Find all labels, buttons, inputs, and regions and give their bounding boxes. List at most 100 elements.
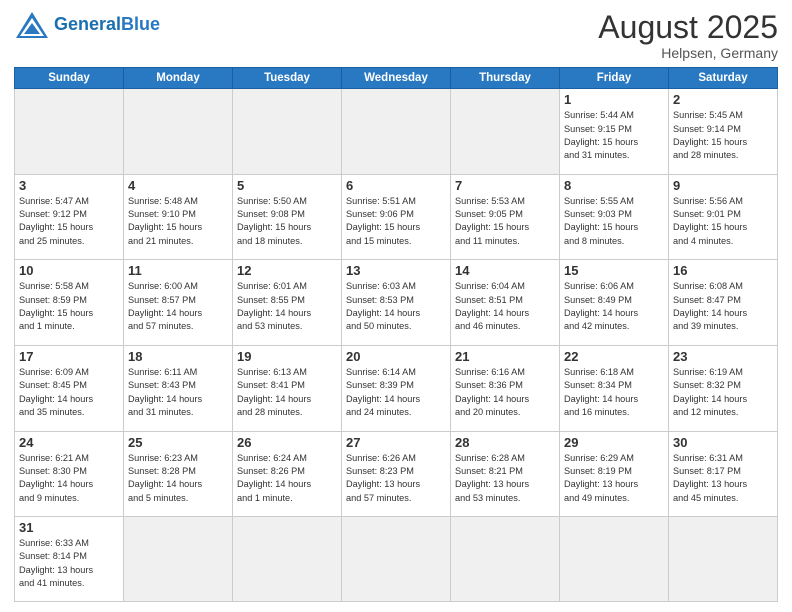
day-info: Sunrise: 6:09 AM Sunset: 8:45 PM Dayligh… xyxy=(19,366,119,419)
calendar-week-row: 17 Sunrise: 6:09 AM Sunset: 8:45 PM Dayli… xyxy=(15,345,778,431)
calendar-cell xyxy=(342,89,451,175)
calendar-cell xyxy=(233,89,342,175)
weekday-header-friday: Friday xyxy=(560,68,669,89)
calendar-cell: 25 Sunrise: 6:23 AM Sunset: 8:28 PM Dayli… xyxy=(124,431,233,517)
calendar-cell: 17 Sunrise: 6:09 AM Sunset: 8:45 PM Dayli… xyxy=(15,345,124,431)
calendar-cell xyxy=(124,89,233,175)
logo-text: GeneralBlue xyxy=(54,15,160,35)
calendar-cell: 2 Sunrise: 5:45 AM Sunset: 9:14 PM Daylig… xyxy=(669,89,778,175)
day-number: 22 xyxy=(564,349,664,364)
day-info: Sunrise: 6:00 AM Sunset: 8:57 PM Dayligh… xyxy=(128,280,228,333)
calendar-cell: 18 Sunrise: 6:11 AM Sunset: 8:43 PM Dayli… xyxy=(124,345,233,431)
day-number: 29 xyxy=(564,435,664,450)
day-number: 13 xyxy=(346,263,446,278)
day-number: 24 xyxy=(19,435,119,450)
day-number: 3 xyxy=(19,178,119,193)
weekday-header-tuesday: Tuesday xyxy=(233,68,342,89)
calendar-cell: 8 Sunrise: 5:55 AM Sunset: 9:03 PM Daylig… xyxy=(560,174,669,260)
calendar-cell: 13 Sunrise: 6:03 AM Sunset: 8:53 PM Dayli… xyxy=(342,260,451,346)
day-number: 25 xyxy=(128,435,228,450)
calendar-cell: 4 Sunrise: 5:48 AM Sunset: 9:10 PM Daylig… xyxy=(124,174,233,260)
day-number: 21 xyxy=(455,349,555,364)
day-number: 18 xyxy=(128,349,228,364)
day-number: 26 xyxy=(237,435,337,450)
day-info: Sunrise: 5:44 AM Sunset: 9:15 PM Dayligh… xyxy=(564,109,664,162)
title-month: August 2025 xyxy=(598,10,778,45)
calendar-cell: 27Sunrise: 6:26 AM Sunset: 8:23 PM Dayli… xyxy=(342,431,451,517)
day-info: Sunrise: 6:33 AM Sunset: 8:14 PM Dayligh… xyxy=(19,537,119,590)
day-number: 23 xyxy=(673,349,773,364)
day-info: Sunrise: 6:14 AM Sunset: 8:39 PM Dayligh… xyxy=(346,366,446,419)
day-info: Sunrise: 5:55 AM Sunset: 9:03 PM Dayligh… xyxy=(564,195,664,248)
calendar-cell xyxy=(451,89,560,175)
day-number: 5 xyxy=(237,178,337,193)
calendar-cell: 29 Sunrise: 6:29 AM Sunset: 8:19 PM Dayli… xyxy=(560,431,669,517)
calendar-cell xyxy=(669,517,778,602)
day-info: Sunrise: 5:45 AM Sunset: 9:14 PM Dayligh… xyxy=(673,109,773,162)
calendar-week-row: 24 Sunrise: 6:21 AM Sunset: 8:30 PM Dayli… xyxy=(15,431,778,517)
day-info: Sunrise: 6:04 AM Sunset: 8:51 PM Dayligh… xyxy=(455,280,555,333)
day-info: Sunrise: 6:06 AM Sunset: 8:49 PM Dayligh… xyxy=(564,280,664,333)
day-info: Sunrise: 6:24 AM Sunset: 8:26 PM Dayligh… xyxy=(237,452,337,505)
day-info: Sunrise: 6:29 AM Sunset: 8:19 PM Dayligh… xyxy=(564,452,664,505)
calendar-cell: 11 Sunrise: 6:00 AM Sunset: 8:57 PM Dayli… xyxy=(124,260,233,346)
logo: GeneralBlue xyxy=(14,10,160,40)
day-number: 4 xyxy=(128,178,228,193)
calendar-week-row: 31 Sunrise: 6:33 AM Sunset: 8:14 PM Dayli… xyxy=(15,517,778,602)
day-number: 31 xyxy=(19,520,119,535)
day-number: 6 xyxy=(346,178,446,193)
day-info: Sunrise: 5:50 AM Sunset: 9:08 PM Dayligh… xyxy=(237,195,337,248)
calendar-week-row: 1Sunrise: 5:44 AM Sunset: 9:15 PM Daylig… xyxy=(15,89,778,175)
day-info: Sunrise: 6:03 AM Sunset: 8:53 PM Dayligh… xyxy=(346,280,446,333)
calendar-cell: 21 Sunrise: 6:16 AM Sunset: 8:36 PM Dayli… xyxy=(451,345,560,431)
logo-blue: Blue xyxy=(121,14,160,34)
day-number: 17 xyxy=(19,349,119,364)
day-info: Sunrise: 6:11 AM Sunset: 8:43 PM Dayligh… xyxy=(128,366,228,419)
calendar-cell: 31 Sunrise: 6:33 AM Sunset: 8:14 PM Dayli… xyxy=(15,517,124,602)
day-info: Sunrise: 6:08 AM Sunset: 8:47 PM Dayligh… xyxy=(673,280,773,333)
title-block: August 2025 Helpsen, Germany xyxy=(598,10,778,61)
day-number: 10 xyxy=(19,263,119,278)
calendar-cell: 16Sunrise: 6:08 AM Sunset: 8:47 PM Dayli… xyxy=(669,260,778,346)
title-location: Helpsen, Germany xyxy=(598,45,778,61)
calendar-cell xyxy=(342,517,451,602)
day-number: 11 xyxy=(128,263,228,278)
weekday-header-row: SundayMondayTuesdayWednesdayThursdayFrid… xyxy=(15,68,778,89)
day-info: Sunrise: 6:13 AM Sunset: 8:41 PM Dayligh… xyxy=(237,366,337,419)
logo-general: General xyxy=(54,14,121,34)
weekday-header-sunday: Sunday xyxy=(15,68,124,89)
calendar-cell: 9Sunrise: 5:56 AM Sunset: 9:01 PM Daylig… xyxy=(669,174,778,260)
calendar-cell xyxy=(124,517,233,602)
weekday-header-saturday: Saturday xyxy=(669,68,778,89)
calendar-cell: 24 Sunrise: 6:21 AM Sunset: 8:30 PM Dayli… xyxy=(15,431,124,517)
weekday-header-wednesday: Wednesday xyxy=(342,68,451,89)
calendar-cell: 5 Sunrise: 5:50 AM Sunset: 9:08 PM Daylig… xyxy=(233,174,342,260)
day-number: 15 xyxy=(564,263,664,278)
calendar-cell: 14 Sunrise: 6:04 AM Sunset: 8:51 PM Dayli… xyxy=(451,260,560,346)
day-number: 14 xyxy=(455,263,555,278)
calendar-cell: 22Sunrise: 6:18 AM Sunset: 8:34 PM Dayli… xyxy=(560,345,669,431)
day-info: Sunrise: 6:21 AM Sunset: 8:30 PM Dayligh… xyxy=(19,452,119,505)
day-info: Sunrise: 6:23 AM Sunset: 8:28 PM Dayligh… xyxy=(128,452,228,505)
day-info: Sunrise: 5:58 AM Sunset: 8:59 PM Dayligh… xyxy=(19,280,119,333)
weekday-header-monday: Monday xyxy=(124,68,233,89)
calendar-cell: 6 Sunrise: 5:51 AM Sunset: 9:06 PM Daylig… xyxy=(342,174,451,260)
calendar-cell: 12Sunrise: 6:01 AM Sunset: 8:55 PM Dayli… xyxy=(233,260,342,346)
calendar-cell: 30Sunrise: 6:31 AM Sunset: 8:17 PM Dayli… xyxy=(669,431,778,517)
calendar-cell: 7Sunrise: 5:53 AM Sunset: 9:05 PM Daylig… xyxy=(451,174,560,260)
day-info: Sunrise: 5:47 AM Sunset: 9:12 PM Dayligh… xyxy=(19,195,119,248)
day-number: 8 xyxy=(564,178,664,193)
day-info: Sunrise: 5:48 AM Sunset: 9:10 PM Dayligh… xyxy=(128,195,228,248)
day-number: 2 xyxy=(673,92,773,107)
day-info: Sunrise: 6:16 AM Sunset: 8:36 PM Dayligh… xyxy=(455,366,555,419)
calendar-cell: 26 Sunrise: 6:24 AM Sunset: 8:26 PM Dayli… xyxy=(233,431,342,517)
day-number: 30 xyxy=(673,435,773,450)
day-number: 28 xyxy=(455,435,555,450)
calendar-cell: 3 Sunrise: 5:47 AM Sunset: 9:12 PM Daylig… xyxy=(15,174,124,260)
day-info: Sunrise: 5:51 AM Sunset: 9:06 PM Dayligh… xyxy=(346,195,446,248)
calendar-week-row: 10 Sunrise: 5:58 AM Sunset: 8:59 PM Dayli… xyxy=(15,260,778,346)
calendar-cell: 23Sunrise: 6:19 AM Sunset: 8:32 PM Dayli… xyxy=(669,345,778,431)
calendar-week-row: 3 Sunrise: 5:47 AM Sunset: 9:12 PM Daylig… xyxy=(15,174,778,260)
calendar-cell: 28Sunrise: 6:28 AM Sunset: 8:21 PM Dayli… xyxy=(451,431,560,517)
day-number: 19 xyxy=(237,349,337,364)
